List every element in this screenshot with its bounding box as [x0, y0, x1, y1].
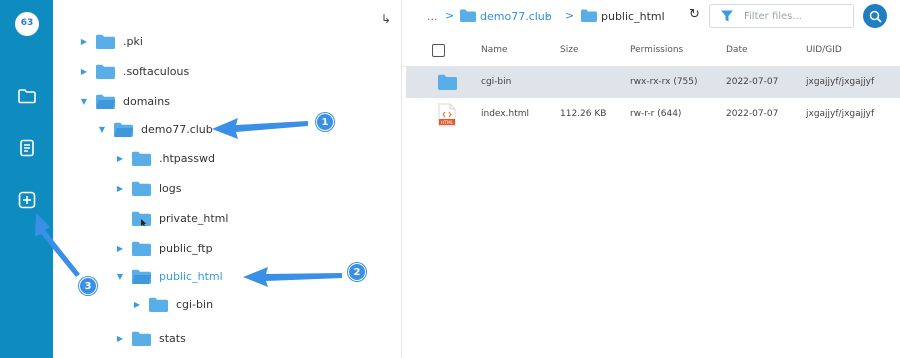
column-date[interactable]: Date: [726, 45, 748, 55]
caret-right-icon[interactable]: ▶: [114, 244, 126, 253]
tree-node-label: stats: [159, 331, 186, 345]
caret-right-icon[interactable]: ▶: [78, 37, 90, 46]
tree-node[interactable]: ▶ stats: [114, 328, 186, 348]
left-rail: 63: [0, 0, 53, 358]
caret-down-icon[interactable]: ▼: [114, 272, 126, 281]
column-size[interactable]: Size: [560, 45, 578, 55]
file-name: cgi-bin: [481, 77, 512, 87]
folder-icon: [438, 74, 457, 90]
search-icon: [869, 10, 882, 23]
tree-node-label: .softaculous: [123, 64, 190, 78]
rail-add-button[interactable]: [15, 188, 39, 212]
plus-square-icon: [18, 191, 36, 209]
search-button[interactable]: [863, 4, 887, 28]
html-file-icon: HTML: [438, 103, 456, 127]
tree-node-label: .htpasswd: [159, 151, 215, 165]
file-date: 2022-07-07: [726, 77, 779, 87]
folder-icon: [132, 241, 151, 256]
folder-icon: [132, 181, 151, 196]
caret-right-icon[interactable]: ▶: [131, 300, 143, 309]
tree-node-label: domains: [123, 94, 170, 108]
tree-node[interactable]: ▶ logs: [114, 178, 182, 198]
tree-node[interactable]: ▶ public_ftp: [114, 238, 213, 258]
tree-node[interactable]: ▶ cgi-bin: [131, 294, 213, 314]
annotation-badge-1: 1: [316, 113, 334, 131]
toolbar: ... > demo77.club ⌄ > public_html ↻: [403, 0, 900, 33]
tree-node[interactable]: ▼ public_html: [114, 266, 223, 286]
html-file-icon-label: HTML: [441, 120, 454, 126]
select-all-checkbox[interactable]: [432, 44, 445, 57]
refresh-icon[interactable]: ↻: [689, 8, 703, 22]
tree-node[interactable]: ▼ domains: [78, 91, 170, 111]
folder-icon: [132, 151, 151, 166]
folder-icon: [460, 9, 476, 22]
breadcrumb-ellipsis[interactable]: ...: [427, 10, 438, 23]
file-size: 112.26 KB: [560, 109, 607, 119]
app-logo[interactable]: 63: [15, 12, 39, 36]
folder-icon: [132, 331, 151, 346]
rail-editor-button[interactable]: [15, 136, 39, 160]
folder-icon: [149, 297, 168, 312]
tree-node-label: public_ftp: [159, 241, 213, 255]
tree-node[interactable]: ▼ demo77.club: [96, 119, 213, 139]
tree-node[interactable]: ▶ .htpasswd: [114, 148, 215, 168]
file-permissions[interactable]: rwx-rx-rx (755): [630, 77, 698, 87]
file-uid-gid: jxgajjyf/jxgajjyf: [806, 109, 875, 119]
breadcrumb-current[interactable]: public_html: [601, 10, 665, 23]
table-row[interactable]: cgi-bin rwx-rx-rx (755) 2022-07-07 jxgaj…: [406, 67, 900, 98]
tree-node-label: .pki: [123, 34, 143, 48]
filter-box: [709, 4, 854, 28]
file-name: index.html: [481, 109, 529, 119]
caret-right-icon[interactable]: ▶: [114, 154, 126, 163]
folder-icon: [96, 64, 115, 79]
tree-node-label: cgi-bin: [176, 297, 214, 311]
caret-down-icon[interactable]: ▼: [96, 125, 108, 134]
file-permissions[interactable]: rw-r-r (644): [630, 109, 681, 119]
tree-node-label: private_html: [159, 211, 229, 225]
logo-text: 63: [20, 18, 34, 28]
tree-node-label: demo77.club: [141, 122, 213, 136]
folder-open-icon: [114, 122, 133, 137]
caret-right-icon[interactable]: ▶: [78, 67, 90, 76]
annotation-badge-2: 2: [348, 263, 366, 281]
caret-right-icon[interactable]: ▶: [114, 334, 126, 343]
rail-files-button[interactable]: [15, 84, 39, 108]
caret-down-icon[interactable]: ▼: [78, 97, 90, 106]
filter-icon: [721, 10, 733, 22]
folder-open-icon: [132, 269, 151, 284]
column-permissions[interactable]: Permissions: [630, 45, 683, 55]
folder-icon: [18, 89, 36, 104]
file-date: 2022-07-07: [726, 109, 779, 119]
file-uid-gid: jxgajjyf/jxgajjyf: [806, 77, 875, 87]
tree-node-label: logs: [159, 181, 182, 195]
folder-icon: [581, 9, 597, 22]
folder-open-icon: [96, 94, 115, 109]
tree-node[interactable]: private_html: [114, 208, 228, 228]
filter-input[interactable]: [744, 10, 844, 22]
breadcrumb-domain[interactable]: demo77.club: [480, 10, 552, 23]
column-uid-gid[interactable]: UID/GID: [806, 45, 842, 55]
table-row[interactable]: HTML index.html 112.26 KB rw-r-r (644) 2…: [406, 99, 900, 130]
directory-tree: ↳ ▶ .pki ▶ .softaculous ▼ domains ▼ demo77.club…: [53, 0, 402, 358]
folder-icon: [96, 34, 115, 49]
file-list-panel: ... > demo77.club ⌄ > public_html ↻ Name…: [403, 0, 900, 358]
chevron-right-icon: >: [445, 9, 455, 22]
document-icon: [20, 139, 34, 157]
column-name[interactable]: Name: [481, 45, 508, 55]
chevron-right-icon: >: [565, 9, 575, 22]
tree-node-label: public_html: [159, 269, 223, 283]
table-header: Name Size Permissions Date UID/GID: [403, 35, 900, 67]
tree-node[interactable]: ▶ .softaculous: [78, 61, 189, 81]
annotation-badge-3: 3: [79, 277, 97, 295]
folder-icon: [132, 211, 151, 226]
go-up-icon[interactable]: ↳: [381, 12, 391, 26]
chevron-down-icon[interactable]: ⌄: [544, 10, 552, 20]
caret-right-icon[interactable]: ▶: [114, 184, 126, 193]
tree-node[interactable]: ▶ .pki: [78, 31, 143, 51]
